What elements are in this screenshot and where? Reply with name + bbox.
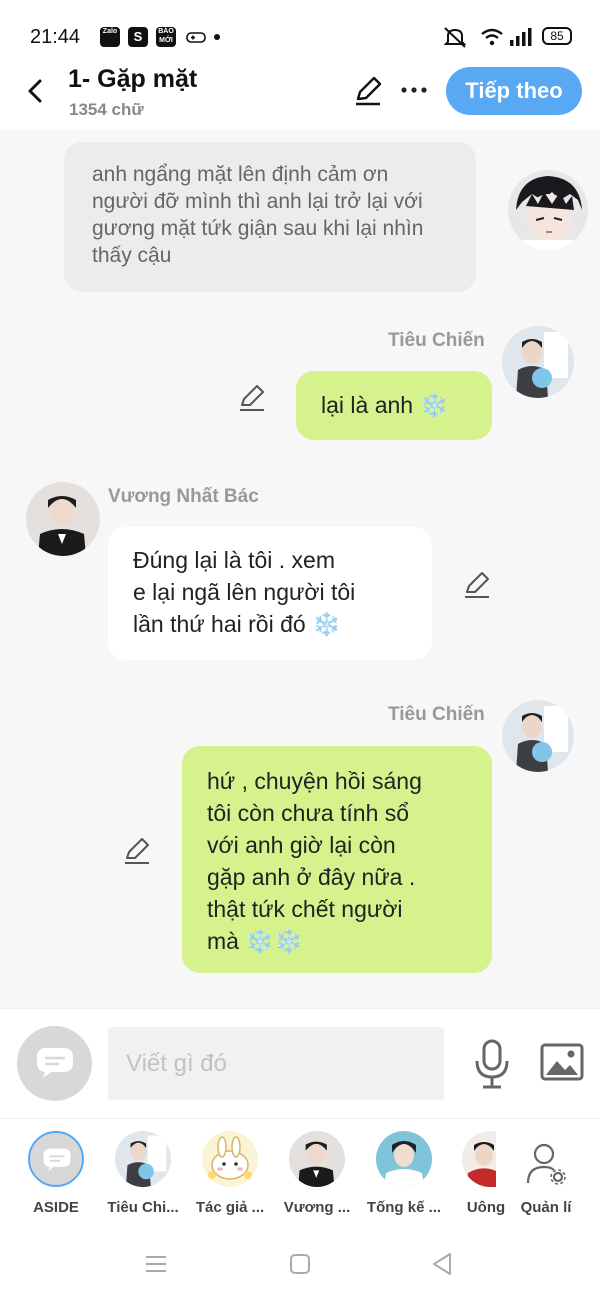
narration-character-avatar[interactable] bbox=[508, 170, 588, 250]
tieu-chien-avatar[interactable] bbox=[502, 326, 574, 398]
speaker-name: Vương Nhất Bác bbox=[108, 486, 259, 507]
person-photo-avatar-icon bbox=[289, 1131, 345, 1187]
character-label: Quản lí bbox=[520, 1199, 572, 1216]
speaker-name: Tiêu Chiến bbox=[388, 704, 485, 725]
narration-bubble[interactable]: anh ngẩng mặt lên định cảm ơn người đỡ m… bbox=[64, 142, 476, 292]
more-options-button[interactable] bbox=[398, 78, 430, 102]
chat-area[interactable]: anh ngẩng mặt lên định cảm ơn người đỡ m… bbox=[0, 130, 600, 1008]
system-nav-bar bbox=[0, 1228, 600, 1300]
aside-avatar bbox=[28, 1131, 84, 1187]
chat-bubble-icon bbox=[37, 1048, 73, 1078]
menu-icon[interactable] bbox=[140, 1248, 172, 1280]
character-vuong[interactable]: Vương ... bbox=[277, 1131, 357, 1227]
message-line: e lại ngã lên người tôi bbox=[133, 579, 356, 605]
baomoi-app-icon: BÁO MỚI bbox=[156, 27, 176, 47]
header: 1- Gặp mặt 1354 chữ Tiếp theo bbox=[0, 55, 600, 130]
bunny-sticker-icon bbox=[202, 1131, 258, 1187]
edit-message-icon[interactable] bbox=[462, 570, 492, 600]
anime-boy-avatar-icon bbox=[508, 170, 588, 250]
home-icon[interactable] bbox=[284, 1248, 316, 1280]
message-bubble[interactable]: lại là anh ❄️ bbox=[296, 371, 492, 440]
speaker-name: Tiêu Chiến bbox=[388, 330, 485, 351]
character-avatar bbox=[462, 1131, 496, 1187]
bell-muted-icon bbox=[443, 27, 467, 48]
wifi-icon bbox=[481, 28, 503, 46]
character-avatar bbox=[376, 1131, 432, 1187]
character-tieu-chien[interactable]: Tiêu Chi... bbox=[103, 1131, 183, 1227]
microphone-button[interactable] bbox=[472, 1039, 512, 1091]
character-avatar bbox=[289, 1131, 345, 1187]
character-label: ASIDE bbox=[33, 1199, 79, 1216]
character-label: Tác giả ... bbox=[195, 1199, 265, 1216]
back-nav-icon[interactable] bbox=[426, 1248, 458, 1280]
character-tong-ke[interactable]: Tống kế ... bbox=[364, 1131, 444, 1227]
message-bubble[interactable]: hứ , chuyện hồi sáng tôi còn chưa tính s… bbox=[182, 746, 492, 973]
character-avatar bbox=[202, 1131, 258, 1187]
tieu-chien-avatar[interactable] bbox=[502, 700, 574, 772]
aside-toggle-button[interactable] bbox=[17, 1026, 92, 1101]
character-manager[interactable]: Quản lí bbox=[506, 1131, 586, 1227]
edit-message-icon[interactable] bbox=[237, 383, 267, 413]
notification-dot bbox=[214, 34, 220, 40]
character-label: Tống kế ... bbox=[366, 1199, 442, 1216]
edit-title-button[interactable] bbox=[352, 75, 384, 107]
message-bubble[interactable]: Đúng lại là tôi . xem e lại ngã lên ngườ… bbox=[108, 527, 432, 660]
person-photo-avatar-icon bbox=[376, 1131, 432, 1187]
character-label: Tiêu Chi... bbox=[107, 1199, 179, 1216]
message-line: hứ , chuyện hồi sáng bbox=[207, 768, 422, 794]
status-time: 21:44 bbox=[30, 26, 81, 48]
page-title: 1- Gặp mặt bbox=[68, 65, 198, 93]
person-photo-avatar-icon bbox=[502, 326, 574, 398]
back-button[interactable] bbox=[20, 73, 50, 109]
message-line: gặp anh ở đây nữa . bbox=[207, 864, 416, 890]
message-line: mà ❄️❄️ bbox=[207, 928, 303, 954]
edit-message-icon[interactable] bbox=[122, 836, 152, 866]
person-photo-avatar-icon bbox=[26, 482, 100, 556]
message-line: Đúng lại là tôi . xem bbox=[133, 547, 335, 573]
vuong-nhat-bac-avatar[interactable] bbox=[26, 482, 100, 556]
game-controller-icon bbox=[186, 32, 206, 43]
user-settings-icon bbox=[526, 1143, 566, 1185]
message-line: tôi còn chưa tính sổ bbox=[207, 800, 410, 826]
character-avatar bbox=[115, 1131, 171, 1187]
message-line: với anh giờ lại còn bbox=[207, 832, 396, 858]
character-tac-gia[interactable]: Tác giả ... bbox=[190, 1131, 270, 1227]
image-upload-button[interactable] bbox=[540, 1043, 584, 1083]
input-bar bbox=[0, 1008, 600, 1118]
shopee-app-icon: S bbox=[128, 27, 148, 47]
person-photo-avatar-icon bbox=[462, 1131, 496, 1187]
message-line: lần thứ hai rồi đó ❄️ bbox=[133, 611, 341, 637]
battery-indicator: 85 bbox=[542, 27, 572, 45]
message-line: thật tứk chết người bbox=[207, 896, 403, 922]
person-photo-avatar-icon bbox=[502, 700, 574, 772]
character-aside[interactable]: ASIDE bbox=[16, 1131, 96, 1227]
chat-bubble-icon bbox=[43, 1148, 71, 1172]
character-bar: ASIDE Tiêu Chi... Tác giả ... Vương ... … bbox=[0, 1118, 600, 1228]
signal-icon bbox=[510, 28, 532, 46]
next-button[interactable]: Tiếp theo bbox=[446, 67, 582, 115]
character-label: Vương ... bbox=[283, 1199, 351, 1216]
word-count: 1354 chữ bbox=[69, 100, 144, 119]
message-input[interactable] bbox=[108, 1027, 444, 1100]
person-photo-avatar-icon bbox=[115, 1131, 171, 1187]
zalo-app-icon: Zalo bbox=[100, 27, 120, 47]
